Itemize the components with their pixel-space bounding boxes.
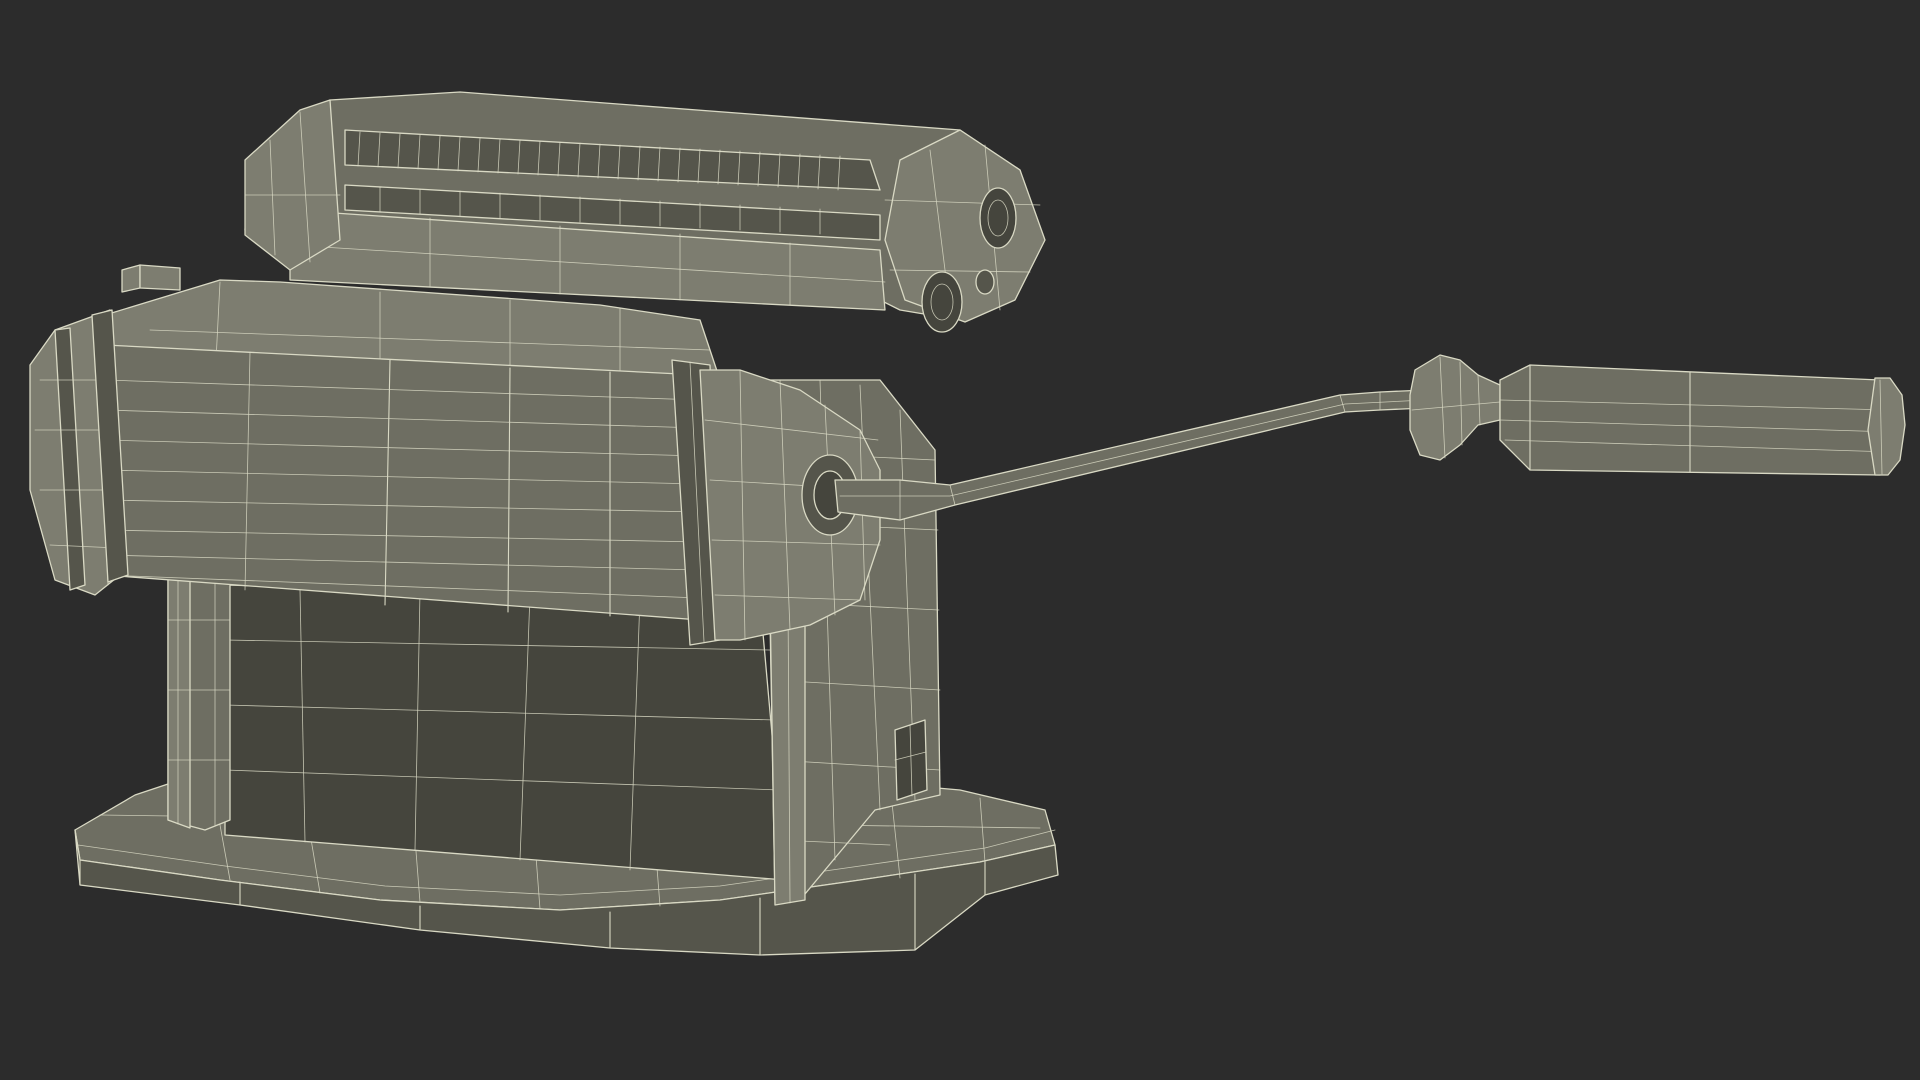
front-roller xyxy=(29,279,881,646)
pasta-machine-model: .s { fill: #6e6e62; stroke: #d9d9c4; str… xyxy=(29,91,1906,956)
3d-viewport: .s { fill: #6e6e62; stroke: #d9d9c4; str… xyxy=(0,0,1920,1080)
crank-handle xyxy=(834,354,1906,521)
